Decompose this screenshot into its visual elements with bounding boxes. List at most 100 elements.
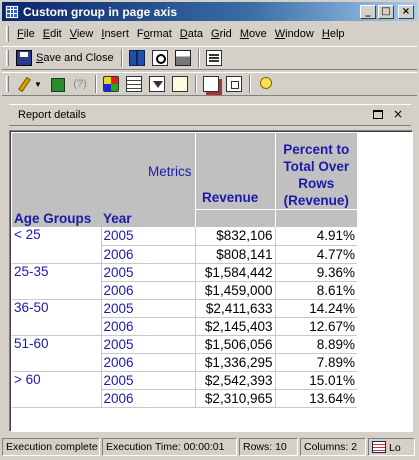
report-details-title[interactable]: Report details (18, 109, 371, 121)
menubar-grip[interactable] (6, 26, 9, 42)
report-details-header: Report details × (9, 104, 411, 126)
report-grid[interactable]: Metrics Percent to Total Over Rows (Reve… (9, 130, 413, 432)
filter-icon (148, 76, 165, 92)
window-title: Custom group in page axis (23, 4, 178, 19)
maximize-button[interactable]: □ (378, 4, 394, 19)
revenue-cell: $832,106 (195, 227, 276, 246)
percent-cell: 15.01% (275, 371, 357, 390)
report-table: Metrics Percent to Total Over Rows (Reve… (12, 133, 357, 227)
toolbar-separator (248, 75, 251, 93)
menu-view[interactable]: View (66, 28, 98, 40)
revenue-cell: $2,310,965 (195, 389, 276, 408)
report-window: Custom group in page axis _ □ × File Edi… (0, 0, 419, 460)
multi-icon (102, 76, 119, 92)
year-cell[interactable]: 2005 (101, 371, 196, 390)
page-icon (171, 76, 188, 92)
toolbar-separator (194, 75, 197, 93)
column-header-revenue[interactable]: Revenue (202, 190, 258, 205)
percent-cell: 12.67% (275, 317, 357, 336)
revenue-cell: $1,459,000 (195, 281, 276, 300)
year-cell[interactable]: 2005 (101, 263, 196, 282)
year-cell[interactable]: 2006 (101, 389, 196, 408)
properties-button[interactable] (203, 48, 225, 68)
table-row: < 25 2005 $832,106 4.91% (12, 227, 357, 264)
menu-move[interactable]: Move (236, 28, 271, 40)
properties-icon (205, 50, 222, 66)
year-cell[interactable]: 2005 (101, 227, 196, 246)
print-button[interactable] (172, 48, 194, 68)
age-group-cell[interactable]: 25-35 (12, 263, 102, 300)
title-bar[interactable]: Custom group in page axis _ □ × (2, 2, 417, 21)
menu-edit[interactable]: Edit (39, 28, 66, 40)
age-group-cell[interactable]: 51-60 (12, 335, 102, 372)
column-header-revenue-cell (195, 208, 276, 227)
grid-app-icon (5, 4, 19, 19)
grid-view-icon (125, 76, 142, 92)
pages-button[interactable] (200, 74, 222, 94)
percent-cell: 9.36% (275, 263, 357, 282)
year-cell[interactable]: 2006 (101, 353, 196, 372)
menu-data[interactable]: Data (176, 28, 207, 40)
close-button[interactable]: × (398, 4, 414, 19)
status-bar: Execution complete Execution Time: 00:00… (2, 436, 417, 457)
year-cell[interactable]: 2006 (101, 245, 196, 264)
edit-button[interactable]: ▼ (13, 74, 45, 94)
window-button[interactable] (223, 74, 245, 94)
age-group-cell[interactable]: > 60 (12, 371, 102, 408)
table-row: 36-50 2005 $2,411,633 14.24% (12, 299, 357, 336)
row-header-year[interactable]: Year (101, 209, 196, 227)
panel-maximize-button[interactable] (371, 108, 385, 122)
standard-toolbar: Save and Close (2, 46, 417, 70)
year-cell[interactable]: 2006 (101, 317, 196, 336)
percent-cell: 8.89% (275, 335, 357, 354)
year-cell[interactable]: 2006 (101, 281, 196, 300)
revenue-cell: $2,145,403 (195, 317, 276, 336)
percent-cell: 4.91% (275, 227, 357, 246)
filter-button[interactable] (146, 74, 168, 94)
panel-close-button[interactable]: × (391, 108, 405, 122)
revenue-cell: $1,506,056 (195, 335, 276, 354)
minimize-button[interactable]: _ (360, 4, 376, 19)
bulb-button[interactable] (254, 74, 276, 94)
toolbar-separator (197, 49, 200, 67)
revenue-cell: $2,411,633 (195, 299, 276, 318)
column-header-percent[interactable]: Percent to Total Over Rows (Revenue) (275, 133, 357, 209)
window-icon (225, 76, 242, 92)
menu-help[interactable]: Help (318, 28, 349, 40)
sync-button[interactable]: (?) (69, 74, 91, 94)
status-layout[interactable]: Lo (368, 437, 415, 456)
multi-view-button[interactable] (100, 74, 122, 94)
menu-format[interactable]: Format (133, 28, 176, 40)
print-icon (174, 50, 191, 66)
chevron-down-icon[interactable]: ▼ (34, 80, 42, 89)
save-icon (16, 50, 32, 66)
year-cell[interactable]: 2005 (101, 299, 196, 318)
revenue-cell: $1,584,442 (195, 263, 276, 282)
age-group-cell[interactable]: < 25 (12, 227, 102, 264)
menu-window[interactable]: Window (271, 28, 318, 40)
percent-cell: 14.24% (275, 299, 357, 318)
menu-insert[interactable]: Insert (97, 28, 133, 40)
status-execution-state: Execution complete (2, 437, 100, 456)
toolbar-grip[interactable] (6, 76, 9, 92)
age-group-cell[interactable]: 36-50 (12, 299, 102, 336)
revenue-cell: $2,542,393 (195, 371, 276, 390)
toolbar-grip[interactable] (6, 50, 9, 66)
page-button[interactable] (169, 74, 191, 94)
table-row: 25-35 2005 $1,584,442 9.36% (12, 263, 357, 300)
print-preview-button[interactable] (149, 48, 171, 68)
status-columns: Columns: 2 (300, 437, 366, 456)
run-button[interactable] (46, 74, 68, 94)
row-header-age-groups[interactable]: Age Groups (12, 209, 101, 227)
menu-file[interactable]: File (13, 28, 39, 40)
toolbar-separator (120, 49, 123, 67)
year-cell[interactable]: 2005 (101, 335, 196, 354)
save-and-close-button[interactable]: Save and Close (13, 48, 117, 68)
sync-icon: (?) (73, 78, 87, 90)
menu-grid[interactable]: Grid (207, 28, 236, 40)
book-button[interactable] (126, 48, 148, 68)
status-rows: Rows: 10 (239, 437, 298, 456)
grid-view-button[interactable] (123, 74, 145, 94)
percent-cell: 4.77% (275, 245, 357, 264)
percent-cell: 8.61% (275, 281, 357, 300)
